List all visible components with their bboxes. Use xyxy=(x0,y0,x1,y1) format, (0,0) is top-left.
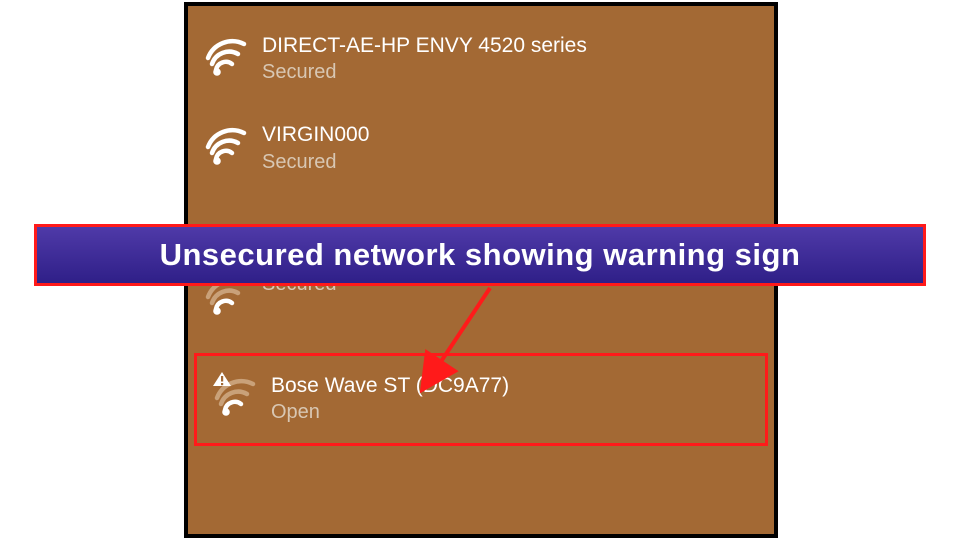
network-status: Secured xyxy=(262,59,587,85)
network-name: DIRECT-AE-HP ENVY 4520 series xyxy=(262,32,587,59)
network-status: Secured xyxy=(262,149,369,175)
wifi-icon xyxy=(202,119,250,167)
wifi-warning-icon xyxy=(211,370,259,418)
wifi-icon xyxy=(202,30,250,78)
highlight-box: Bose Wave ST (DC9A77) Open xyxy=(194,353,768,446)
network-name: Bose Wave ST (DC9A77) xyxy=(271,372,509,399)
network-name: VIRGIN000 xyxy=(262,121,369,148)
network-item[interactable]: Bose Wave ST (DC9A77) Open xyxy=(197,356,765,443)
network-item[interactable]: VIRGIN000 Secured xyxy=(188,111,774,188)
network-info: VIRGIN000 Secured xyxy=(262,119,369,174)
network-status: Open xyxy=(271,399,509,425)
annotation-text: Unsecured network showing warning sign xyxy=(160,237,801,273)
network-info: Bose Wave ST (DC9A77) Open xyxy=(271,370,509,425)
annotation-banner: Unsecured network showing warning sign xyxy=(34,224,926,286)
network-item[interactable]: DIRECT-AE-HP ENVY 4520 series Secured xyxy=(188,22,774,99)
network-info: DIRECT-AE-HP ENVY 4520 series Secured xyxy=(262,30,587,85)
